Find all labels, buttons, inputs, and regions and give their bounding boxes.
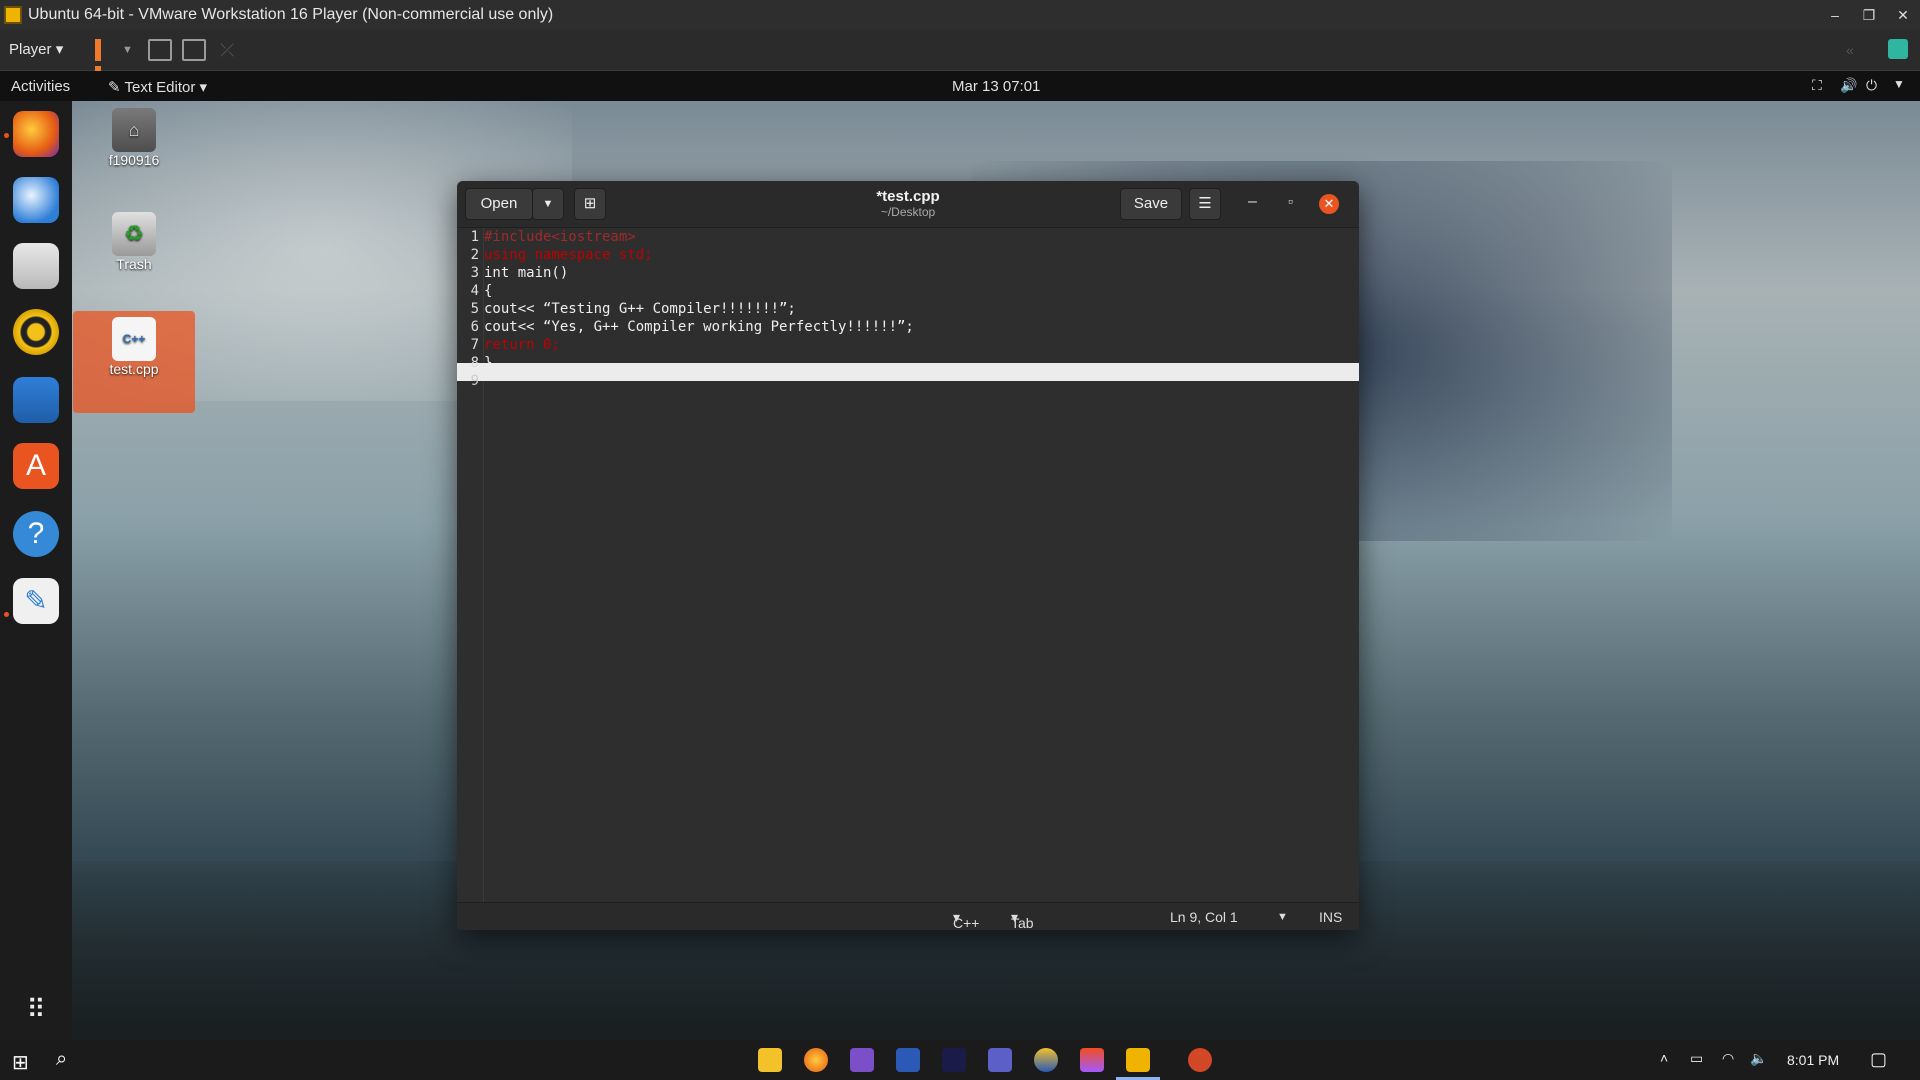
message-log-icon[interactable] xyxy=(1888,39,1908,59)
collapse-icon[interactable]: « xyxy=(1846,42,1854,58)
document-title: *test.cpp xyxy=(876,188,940,205)
ubuntu-dock: A ? ✎ ⠿ xyxy=(0,101,72,1040)
battery-icon[interactable]: ▭ xyxy=(1690,1050,1703,1067)
editor-header-bar: Open ▼ ⊞ *test.cpp ~/Desktop Save ☰ – ▫ … xyxy=(457,181,1359,228)
notifications-icon[interactable]: ▢ xyxy=(1870,1049,1887,1070)
minimize-icon[interactable]: – xyxy=(1248,193,1257,211)
tray-chevron-icon[interactable]: ˄ xyxy=(1660,1050,1668,1066)
pause-icon[interactable] xyxy=(95,39,113,88)
pause-dropdown-icon[interactable]: ▼ xyxy=(122,44,133,56)
trash-icon: ♻ xyxy=(112,212,156,256)
code-line-current[interactable]: 9 xyxy=(457,372,1359,390)
fullscreen-icon[interactable] xyxy=(182,39,206,61)
word-icon[interactable] xyxy=(896,1048,920,1072)
vmware-window-title: Ubuntu 64-bit - VMware Workstation 16 Pl… xyxy=(28,6,554,23)
restore-button[interactable]: ❐ xyxy=(1852,0,1886,30)
app-menu[interactable]: ✎ Text Editor ▾ xyxy=(108,78,207,96)
volume-icon[interactable]: 🔊 xyxy=(1840,77,1857,94)
code-view[interactable]: 1 #include<iostream> 2 using namespace std… xyxy=(457,228,1359,902)
hamburger-menu-icon[interactable]: ☰ xyxy=(1189,188,1221,220)
text-editor-dock-icon[interactable]: ✎ xyxy=(13,578,59,624)
code-line[interactable]: 2 using namespace std; xyxy=(457,246,1359,264)
unity-icon[interactable]: ⤫ xyxy=(220,40,234,61)
app-icon[interactable] xyxy=(1034,1048,1058,1072)
system-menu-chevron-icon[interactable]: ▼ xyxy=(1893,77,1905,91)
figma-icon[interactable] xyxy=(1080,1048,1104,1072)
desktop-icon-label: Trash xyxy=(116,256,152,272)
search-icon[interactable]: ⌕ xyxy=(56,1048,67,1071)
text-editor-window: Open ▼ ⊞ *test.cpp ~/Desktop Save ☰ – ▫ … xyxy=(457,181,1359,930)
player-menu[interactable]: Player ▾ xyxy=(9,40,63,58)
taskbar-clock[interactable]: 8:01 PM xyxy=(1787,1052,1839,1068)
teams-icon[interactable] xyxy=(988,1048,1012,1072)
code-line[interactable]: 3 int main() xyxy=(457,264,1359,282)
windows-taskbar: ⊞ ⌕ ˄ ▭ ◠ 🔈 8:01 PM ▢ xyxy=(0,1040,1920,1080)
editor-status-bar: C++ ▾ Tab Width: 8 ▾ Ln 9, Col 1 ▼ INS xyxy=(457,902,1359,930)
cursor-position[interactable]: Ln 9, Col 1 xyxy=(1170,909,1238,925)
power-icon[interactable]: ⏻ xyxy=(1866,77,1877,94)
close-icon[interactable]: ✕ xyxy=(1319,194,1339,214)
help-icon[interactable]: ? xyxy=(13,511,59,557)
vmware-title-bar: Ubuntu 64-bit - VMware Workstation 16 Pl… xyxy=(0,0,1920,30)
code-line[interactable]: 7 return 0; xyxy=(457,336,1359,354)
firefox-icon[interactable] xyxy=(13,111,59,157)
show-applications-icon[interactable]: ⠿ xyxy=(13,986,59,1032)
premiere-pro-icon[interactable] xyxy=(942,1048,966,1072)
position-dropdown-icon[interactable]: ▼ xyxy=(1277,911,1288,923)
language-selector[interactable]: C++ ▾ xyxy=(953,909,979,930)
minimize-button[interactable]: – xyxy=(1818,0,1852,30)
text-editor-icon: ✎ xyxy=(108,79,121,96)
code-line[interactable]: 5 cout<< “Testing G++ Compiler!!!!!!!”; xyxy=(457,300,1359,318)
insert-mode-indicator[interactable]: INS xyxy=(1319,909,1342,925)
libreoffice-writer-icon[interactable] xyxy=(13,377,59,423)
rhythmbox-icon[interactable] xyxy=(13,309,59,355)
tab-width-selector[interactable]: Tab Width: 8 ▾ xyxy=(1011,909,1034,930)
code-line[interactable]: 4{ xyxy=(457,282,1359,300)
code-line[interactable]: 1 #include<iostream> xyxy=(457,228,1359,246)
send-ctrl-alt-del-icon[interactable] xyxy=(148,39,172,61)
cpp-file-icon: C++ xyxy=(112,317,156,361)
code-line[interactable]: 8} xyxy=(457,354,1359,372)
speaker-icon[interactable]: 🔈 xyxy=(1750,1050,1767,1067)
home-folder-item[interactable]: ⌂ f190916 xyxy=(74,108,194,168)
software-center-icon[interactable]: A xyxy=(13,443,59,489)
close-button[interactable]: ✕ xyxy=(1886,0,1920,30)
vmware-toolbar: Player ▾ ▼ ⤫ « xyxy=(0,30,1920,88)
document-path: ~/Desktop xyxy=(880,205,936,219)
files-icon[interactable] xyxy=(13,243,59,289)
thunderbird-icon[interactable] xyxy=(13,177,59,223)
test-cpp-file-item[interactable]: C++ test.cpp xyxy=(74,317,194,377)
vmware-taskbar-icon[interactable] xyxy=(1126,1048,1150,1072)
visual-studio-icon[interactable] xyxy=(850,1048,874,1072)
vmware-logo-icon xyxy=(4,6,22,24)
gnome-top-bar: Activities ✎ Text Editor ▾ Mar 13 07:01 … xyxy=(0,71,1920,101)
network-icon[interactable]: ⛶ xyxy=(1812,77,1822,94)
maximize-icon[interactable]: ▫ xyxy=(1288,193,1293,209)
desktop-icon-label: f190916 xyxy=(108,152,160,168)
trash-item[interactable]: ♻ Trash xyxy=(74,212,194,272)
clock[interactable]: Mar 13 07:01 xyxy=(952,78,1040,95)
desktop-icon-label: test.cpp xyxy=(109,361,159,377)
code-line[interactable]: 6 cout<< “Yes, G++ Compiler working Perfe… xyxy=(457,318,1359,336)
save-button[interactable]: Save xyxy=(1120,188,1182,220)
windows-start-icon[interactable]: ⊞ xyxy=(12,1050,29,1075)
powerpoint-icon[interactable] xyxy=(1188,1048,1212,1072)
home-folder-icon: ⌂ xyxy=(112,108,156,152)
wifi-icon[interactable]: ◠ xyxy=(1722,1050,1734,1067)
file-explorer-icon[interactable] xyxy=(758,1048,782,1072)
activities-button[interactable]: Activities xyxy=(11,78,70,95)
firefox-taskbar-icon[interactable] xyxy=(804,1048,828,1072)
